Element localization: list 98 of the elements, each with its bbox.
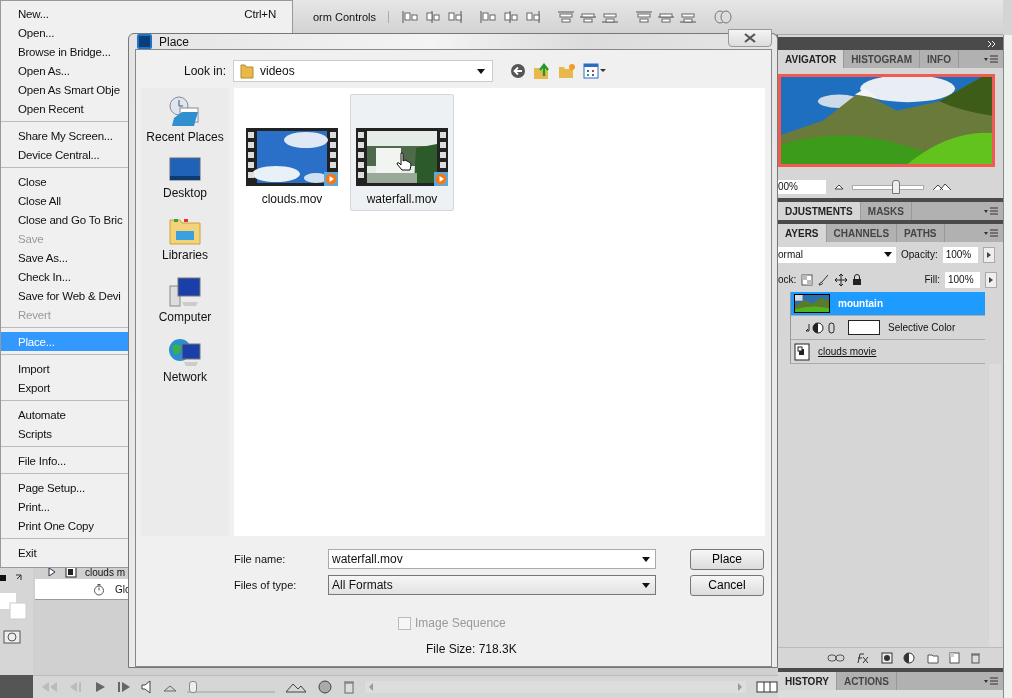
place-shortcut[interactable]: Computer	[158, 276, 212, 327]
look-in-dropdown[interactable]: videos	[233, 60, 493, 82]
speaker-icon[interactable]	[141, 680, 153, 694]
brush-icon[interactable]	[818, 273, 831, 286]
opacity-stepper[interactable]	[982, 246, 995, 263]
layer-mask-thumbnail	[848, 320, 880, 335]
opacity-field[interactable]: 100%	[942, 246, 978, 263]
file-name-label: File name:	[233, 553, 287, 565]
panel-tab[interactable]: AYERS	[778, 224, 827, 242]
align-icon[interactable]	[656, 10, 675, 24]
align-icon[interactable]	[400, 10, 419, 24]
lock-transparency-icon[interactable]	[801, 273, 814, 286]
file-name-field[interactable]: waterfall.mov	[328, 549, 656, 569]
align-icon[interactable]	[634, 10, 653, 24]
app-icon	[137, 34, 152, 49]
adjustment-layer-icon[interactable]	[903, 652, 917, 664]
fill-stepper[interactable]	[985, 271, 997, 288]
scroll-right-icon[interactable]	[737, 683, 742, 691]
computer-icon	[168, 276, 202, 308]
next-frame-icon[interactable]	[117, 681, 131, 693]
scroll-left-icon[interactable]	[369, 683, 374, 691]
effects-icon[interactable]	[855, 652, 871, 664]
stopwatch-icon[interactable]	[93, 582, 105, 596]
panel-tab[interactable]: HISTORY	[778, 672, 837, 690]
zoom-in-icon[interactable]	[932, 183, 952, 191]
look-in-label: Look in:	[182, 64, 226, 78]
play-badge-icon	[434, 172, 448, 186]
layer-name: mountain	[838, 298, 883, 309]
recent-places-icon	[168, 96, 202, 128]
smart-object-icon	[794, 342, 810, 361]
view-menu-icon[interactable]	[583, 63, 607, 79]
move-icon[interactable]	[835, 273, 848, 286]
dialog-title: Place	[159, 34, 191, 49]
layer-name: Selective Color	[888, 322, 956, 333]
timeline-layer-name: clouds m	[85, 566, 125, 578]
layers-scrollbar[interactable]	[989, 364, 1001, 647]
trash-icon[interactable]	[343, 680, 355, 694]
fill-label: Fill:	[924, 274, 940, 285]
folder-icon[interactable]	[927, 652, 939, 664]
onion-skin-icon[interactable]	[317, 680, 333, 694]
auto-align-icon[interactable]	[712, 9, 733, 25]
menu-item[interactable]: New... Ctrl+N	[1, 4, 292, 23]
mask-icon[interactable]	[881, 652, 893, 664]
opacity-label: Opacity:	[901, 249, 938, 260]
place-shortcut[interactable]: Desktop	[163, 156, 207, 207]
place-shortcut[interactable]: Libraries	[162, 216, 208, 267]
close-icon	[744, 32, 756, 43]
expand-triangle-icon[interactable]	[47, 567, 57, 577]
new-layer-icon[interactable]	[949, 652, 960, 664]
panel-tab[interactable]: DJUSTMENTS	[778, 202, 861, 220]
panel-menu-icon[interactable]	[984, 229, 998, 237]
lock-icon[interactable]	[852, 273, 863, 286]
panel-tab[interactable]: HISTOGRAM	[844, 50, 921, 68]
link-icon[interactable]	[827, 653, 845, 663]
option-label: orm Controls	[313, 11, 389, 23]
layer-name: clouds movie	[818, 346, 877, 357]
libraries-icon	[168, 216, 202, 246]
align-icon[interactable]	[556, 10, 575, 24]
network-icon	[168, 336, 202, 368]
collapse-icon[interactable]	[987, 39, 997, 48]
trash-icon[interactable]	[970, 652, 981, 664]
up-folder-icon[interactable]	[533, 62, 551, 80]
place-button[interactable]: Place	[690, 548, 764, 570]
file-item[interactable]: waterfall.mov	[350, 94, 454, 211]
file-size-text: File Size: 718.3K	[426, 642, 518, 656]
cancel-button[interactable]: Cancel	[690, 574, 764, 596]
fill-field[interactable]: 100%	[945, 271, 980, 288]
align-icon[interactable]	[578, 10, 597, 24]
play-icon[interactable]	[93, 681, 107, 693]
hand-cursor-icon	[396, 152, 412, 172]
play-badge-icon	[324, 172, 338, 186]
align-icon[interactable]	[478, 10, 497, 24]
layer-row[interactable]: Selective Color	[791, 316, 985, 340]
folder-icon	[240, 63, 254, 79]
lock-label: ock:	[778, 274, 797, 285]
zoom-field[interactable]: 00%	[778, 180, 826, 194]
panel-tab[interactable]: INFO	[920, 50, 959, 68]
place-shortcut[interactable]: Recent Places	[146, 96, 224, 147]
zoom-out-icon[interactable]	[834, 184, 844, 190]
file-item[interactable]: clouds.mov	[240, 94, 344, 211]
file-type-label: Files of type:	[233, 579, 298, 591]
zoom-slider-thumb[interactable]	[892, 179, 900, 194]
timeline-scrollbar[interactable]	[365, 681, 746, 693]
align-icon[interactable]	[678, 10, 697, 24]
panel-tab[interactable]: AVIGATOR	[778, 50, 845, 68]
back-icon[interactable]	[510, 63, 526, 79]
desktop-icon	[168, 156, 202, 184]
file-type-dropdown[interactable]: All Formats	[328, 575, 656, 595]
zoom-in-mountain-icon[interactable]	[285, 681, 307, 693]
place-shortcut[interactable]: Network	[163, 336, 207, 387]
film-frames-icon[interactable]	[756, 681, 778, 693]
layer-row[interactable]: clouds movie	[791, 340, 985, 364]
align-icon[interactable]	[600, 10, 619, 24]
panel-menu-icon[interactable]	[984, 55, 998, 63]
timeline-zoom-thumb[interactable]	[188, 681, 197, 693]
panel-menu-icon[interactable]	[984, 677, 998, 685]
panel-menu-icon[interactable]	[984, 207, 998, 215]
blend-mode-dropdown[interactable]: ormal	[778, 246, 896, 263]
